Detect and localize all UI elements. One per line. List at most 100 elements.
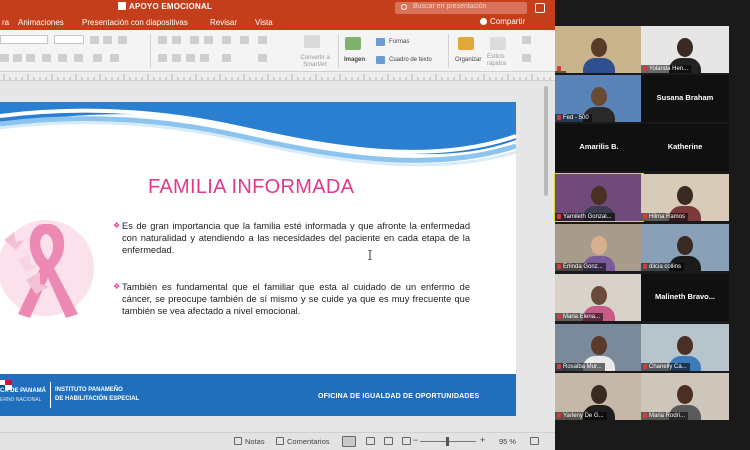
participant-name: Maria Rodri... (641, 412, 689, 420)
participant-tile[interactable]: Chanelly Ca... (641, 324, 729, 371)
government-sub-label: ERNO NACIONAL (0, 397, 42, 403)
tab-review[interactable]: Revisar (210, 18, 237, 27)
tab-slideshow[interactable]: Presentación con diapositivas (82, 18, 188, 27)
tab-view[interactable]: Vista (255, 18, 273, 27)
meeting-gallery: Yolanda Hen... Fed - 500 Susana Braham Amar… (554, 0, 750, 450)
participant-tile[interactable]: Yolanda Hen... (641, 26, 729, 73)
zoom-level[interactable]: 95 % (499, 437, 516, 446)
participant-tile[interactable]: Susana Braham (641, 75, 729, 122)
normal-view-icon[interactable] (342, 436, 356, 447)
participant-name: Amarilis B. (579, 142, 619, 151)
align-left-icon[interactable] (158, 54, 167, 62)
participant-tile[interactable]: Malineth Bravo... (641, 274, 729, 321)
participant-tile[interactable]: Katherine (641, 124, 729, 171)
institute-line-2: DE HABILITACIÓN ESPECIAL (55, 396, 140, 402)
participant-tile[interactable]: Rosalba Mur... (555, 324, 643, 371)
participant-tile[interactable]: Erlinda Gonz... (555, 224, 643, 271)
textbox-label[interactable]: Cuadro de texto (389, 57, 432, 63)
char-spacing-icon[interactable] (93, 54, 102, 62)
participant-name: Rosalba Mur... (555, 363, 605, 371)
font-color-icon[interactable] (74, 54, 83, 62)
zoom-out-button[interactable]: − (413, 435, 418, 445)
change-case-icon[interactable] (110, 54, 119, 62)
ribbon-divider (150, 34, 151, 68)
comments-button[interactable]: Comentarios (287, 437, 330, 446)
participant-head (591, 385, 607, 404)
highlight-icon[interactable] (58, 54, 67, 62)
muted-mic-icon (557, 66, 561, 71)
subscript-icon[interactable] (26, 54, 35, 62)
convert-smartart-label[interactable]: Convertir a SmartArt (297, 55, 333, 69)
image-label[interactable]: Imagen (344, 57, 365, 63)
shapes-label[interactable]: Formas (389, 39, 409, 45)
ribbon: Convertir a SmartArt Imagen Formas Cuadr… (0, 30, 555, 72)
reading-view-icon[interactable] (384, 437, 393, 445)
columns-icon[interactable] (240, 36, 249, 44)
increase-indent-icon[interactable] (204, 36, 213, 44)
tab-animations[interactable]: Animaciones (18, 18, 64, 27)
slide[interactable]: FAMILIA INFORMADA ❖ Es de gran importanc… (0, 102, 516, 416)
quick-styles-icon[interactable] (490, 37, 506, 50)
shape-fill-icon[interactable] (522, 36, 531, 44)
fit-slide-icon[interactable] (530, 437, 539, 445)
shape-outline-icon[interactable] (522, 54, 531, 62)
align-right-icon[interactable] (186, 54, 195, 62)
footer-divider (50, 382, 51, 408)
bullets-icon[interactable] (158, 36, 167, 44)
ribbon-divider (338, 34, 339, 68)
participant-tile[interactable]: Hilma Ramos (641, 174, 729, 221)
participant-name (555, 71, 566, 73)
powerpoint-icon (118, 2, 126, 10)
organize-label[interactable]: Organizar (455, 57, 481, 63)
text-effects-icon[interactable] (42, 54, 51, 62)
notes-button[interactable]: Notas (245, 437, 265, 446)
clear-format-icon[interactable] (118, 36, 127, 44)
justify-icon[interactable] (200, 54, 209, 62)
smartart-icon[interactable] (258, 54, 267, 62)
font-size-box[interactable] (54, 35, 84, 44)
align-center-icon[interactable] (172, 54, 181, 62)
sorter-view-icon[interactable] (366, 437, 375, 445)
superscript-icon[interactable] (13, 54, 22, 62)
align-text-icon[interactable] (222, 54, 231, 62)
convert-smartart-icon[interactable] (304, 35, 320, 48)
participant-tile[interactable]: Maria Elena... (555, 274, 643, 321)
textbox-icon[interactable] (376, 56, 385, 64)
vertical-scrollbar[interactable] (544, 86, 548, 196)
paragraph-caregiver: ❖ También es fundamental que el familiar… (113, 281, 470, 317)
participant-tile[interactable]: Maria Rodri... (641, 373, 729, 420)
font-name-box[interactable] (0, 35, 48, 44)
participant-tile[interactable]: Yamileth Gonzal... (554, 173, 644, 222)
footer-bar: CA DE PANAMÁ ERNO NACIONAL INSTITUTO PAN… (0, 374, 516, 416)
decrease-indent-icon[interactable] (190, 36, 199, 44)
shapes-icon[interactable] (376, 38, 385, 46)
participant-tile[interactable]: dilcia collins (641, 224, 729, 271)
image-icon[interactable] (345, 37, 361, 50)
ruler-ticks (3, 74, 551, 80)
strikethrough-icon[interactable] (0, 54, 9, 62)
text-direction-icon[interactable] (258, 36, 267, 44)
feedback-icon[interactable] (535, 3, 545, 13)
document-title: APOYO EMOCIONAL (118, 2, 212, 11)
participant-tile[interactable] (555, 26, 643, 73)
paragraph-text: También es fundamental que el familiar q… (122, 282, 470, 316)
zoom-in-button[interactable]: + (480, 435, 485, 445)
slideshow-view-icon[interactable] (402, 437, 411, 445)
participant-tile[interactable]: Amarilis B. (555, 124, 643, 171)
line-spacing-icon[interactable] (222, 36, 231, 44)
numbering-icon[interactable] (172, 36, 181, 44)
quick-styles-label[interactable]: Estilos rápidos (487, 54, 513, 68)
participant-head (677, 186, 693, 205)
grow-font-icon[interactable] (90, 36, 99, 44)
zoom-slider-thumb[interactable] (446, 437, 449, 446)
shrink-font-icon[interactable] (103, 36, 112, 44)
paragraph-family-informed: ❖ Es de gran importancia que la familia … (113, 220, 470, 256)
ribbon-divider (448, 34, 449, 68)
participant-tile[interactable]: Fed - 500 (555, 75, 643, 122)
muted-mic-icon (557, 115, 561, 120)
search-input[interactable]: Buscar en presentación (395, 2, 527, 14)
share-button[interactable]: Compartir (480, 17, 525, 26)
tab-transitions[interactable]: ra (2, 18, 9, 27)
organize-icon[interactable] (458, 37, 474, 50)
participant-tile[interactable]: Yarleny De G... (555, 373, 643, 420)
